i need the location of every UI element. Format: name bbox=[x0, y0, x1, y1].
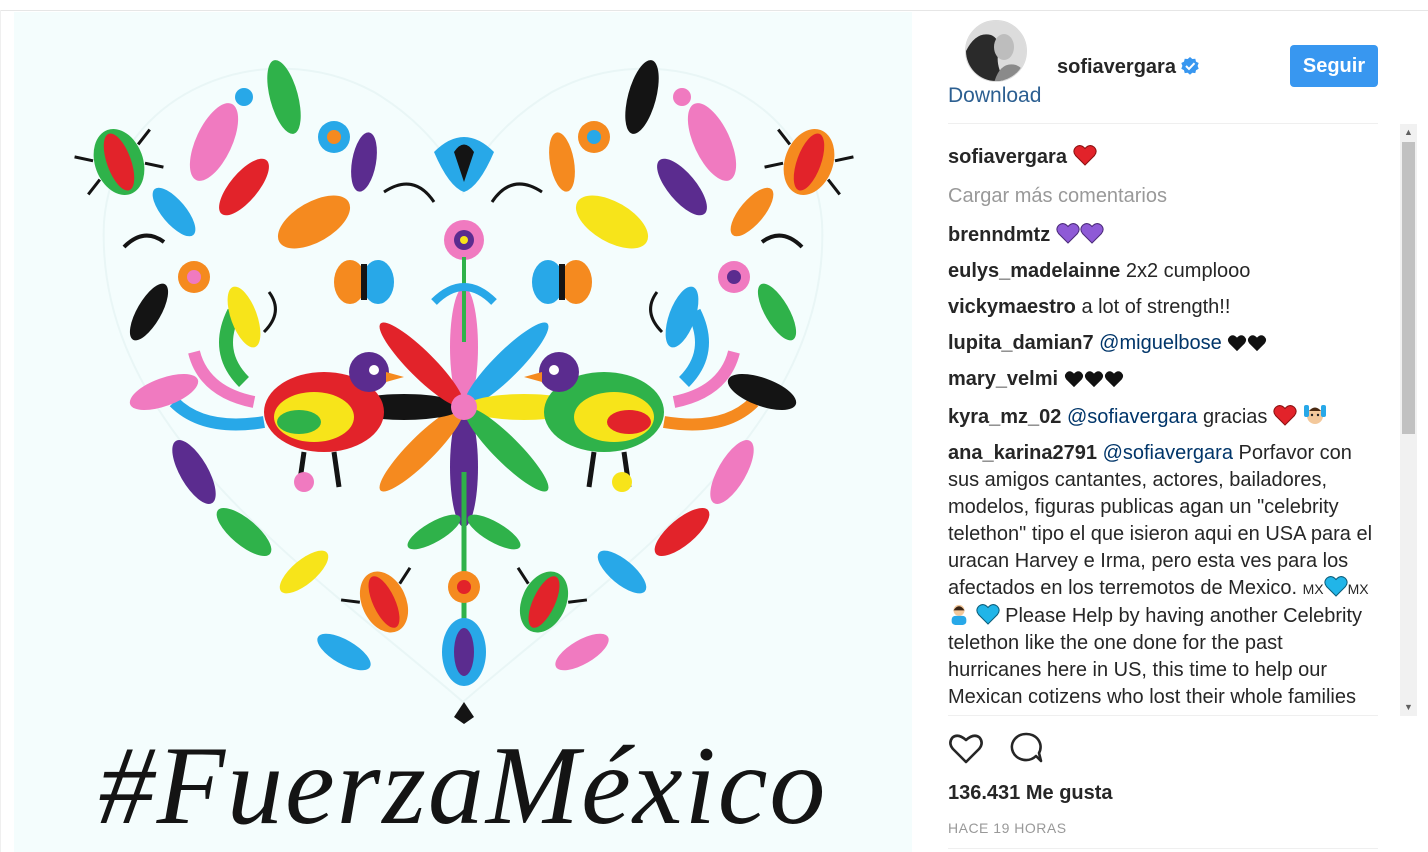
top-divider bbox=[0, 10, 1428, 11]
comments-list[interactable]: sofiavergara Cargar más comentarios bren… bbox=[948, 136, 1373, 716]
comment-username[interactable]: lupita_damian7 bbox=[948, 332, 1094, 354]
comment-username[interactable]: brenndmtz bbox=[948, 224, 1050, 246]
post-author-username[interactable]: sofiavergara bbox=[1057, 56, 1176, 79]
comment-mention[interactable]: @sofiavergara bbox=[1103, 442, 1233, 464]
right-bird bbox=[524, 308, 759, 488]
header-divider bbox=[948, 123, 1378, 124]
purple-heart-icon bbox=[1056, 223, 1080, 244]
left-bird bbox=[169, 308, 404, 488]
black-heart-icon bbox=[1084, 371, 1103, 388]
comment-mention[interactable]: @miguelbose bbox=[1099, 332, 1222, 354]
post-header: Download sofiavergara Seguir bbox=[948, 12, 1378, 124]
black-heart-icon bbox=[1248, 335, 1267, 352]
post-sidebar: Download sofiavergara Seguir sofiavergar… bbox=[912, 12, 1428, 852]
avatar-photo bbox=[966, 21, 1026, 81]
scroll-down-arrow-icon[interactable]: ▼ bbox=[1400, 699, 1417, 716]
woman-praying-icon bbox=[951, 604, 967, 625]
comment-mention[interactable]: @sofiavergara bbox=[1067, 406, 1197, 428]
scroll-thumb[interactable] bbox=[1402, 142, 1415, 434]
black-heart-icon bbox=[1228, 335, 1247, 352]
verified-badge-icon bbox=[1181, 57, 1199, 75]
post-timestamp[interactable]: HACE 19 HORAS bbox=[948, 820, 1067, 836]
likes-count[interactable]: 136.431 Me gusta bbox=[948, 782, 1113, 805]
comment-username[interactable]: kyra_mz_02 bbox=[948, 406, 1061, 428]
likes-label: Me gusta bbox=[1025, 782, 1113, 804]
comment-username[interactable]: mary_velmi bbox=[948, 368, 1058, 390]
heart-outline-icon[interactable] bbox=[948, 730, 984, 766]
left-divider bbox=[0, 10, 1, 852]
red-heart-icon bbox=[1072, 145, 1097, 166]
download-link[interactable]: Download bbox=[948, 84, 1041, 108]
comment-username[interactable]: ana_karina2791 bbox=[948, 442, 1097, 464]
avatar[interactable] bbox=[965, 20, 1027, 82]
comment-text-continued: Please Help by having another Celebrity … bbox=[948, 605, 1362, 716]
comment-item: kyra_mz_02 @sofiavergara gracias bbox=[948, 402, 1373, 431]
blue-heart-icon bbox=[1324, 576, 1348, 597]
caption: sofiavergara bbox=[948, 144, 1373, 171]
post-image[interactable]: #FuerzaMéxico bbox=[14, 12, 912, 852]
comment-text: a lot of strength!! bbox=[1081, 296, 1231, 318]
comment-item: ana_karina2791 @sofiavergara Porfavor co… bbox=[948, 440, 1373, 716]
comment-text: gracias bbox=[1202, 406, 1268, 428]
red-heart-icon bbox=[1273, 405, 1297, 426]
comment-bubble-icon[interactable] bbox=[1008, 730, 1044, 766]
comment-text: 2x2 cumplooo bbox=[1125, 260, 1251, 282]
actions-divider bbox=[948, 715, 1378, 716]
scroll-up-arrow-icon[interactable]: ▲ bbox=[1400, 124, 1417, 141]
comment-username[interactable]: vickymaestro bbox=[948, 296, 1076, 318]
comment-item: lupita_damian7 @miguelbose bbox=[948, 330, 1373, 357]
load-more-comments[interactable]: Cargar más comentarios bbox=[948, 183, 1373, 210]
blue-heart-icon bbox=[975, 604, 1000, 625]
purple-heart-icon bbox=[1080, 223, 1104, 244]
raising-hands-icon bbox=[1303, 405, 1326, 424]
flag-label: MX bbox=[1302, 581, 1324, 597]
bottom-divider bbox=[948, 848, 1378, 849]
comment-item: eulys_madelainne 2x2 cumplooo bbox=[948, 258, 1373, 285]
hashtag-title: #FuerzaMéxico bbox=[98, 724, 828, 848]
comments-scrollbar[interactable]: ▲ ▼ bbox=[1400, 124, 1417, 716]
caption-username[interactable]: sofiavergara bbox=[948, 146, 1067, 168]
comment-item: vickymaestro a lot of strength!! bbox=[948, 294, 1373, 321]
black-heart-icon bbox=[1104, 371, 1123, 388]
comment-text: Porfavor con sus amigos cantantes, actor… bbox=[948, 442, 1373, 599]
comment-username[interactable]: eulys_madelainne bbox=[948, 260, 1120, 282]
comment-item: mary_velmi bbox=[948, 366, 1373, 393]
flag-label: MX bbox=[1347, 581, 1369, 597]
follow-button[interactable]: Seguir bbox=[1290, 45, 1378, 87]
likes-number: 136.431 bbox=[948, 782, 1021, 804]
black-heart-icon bbox=[1064, 371, 1083, 388]
comment-item: brenndmtz bbox=[948, 222, 1373, 249]
